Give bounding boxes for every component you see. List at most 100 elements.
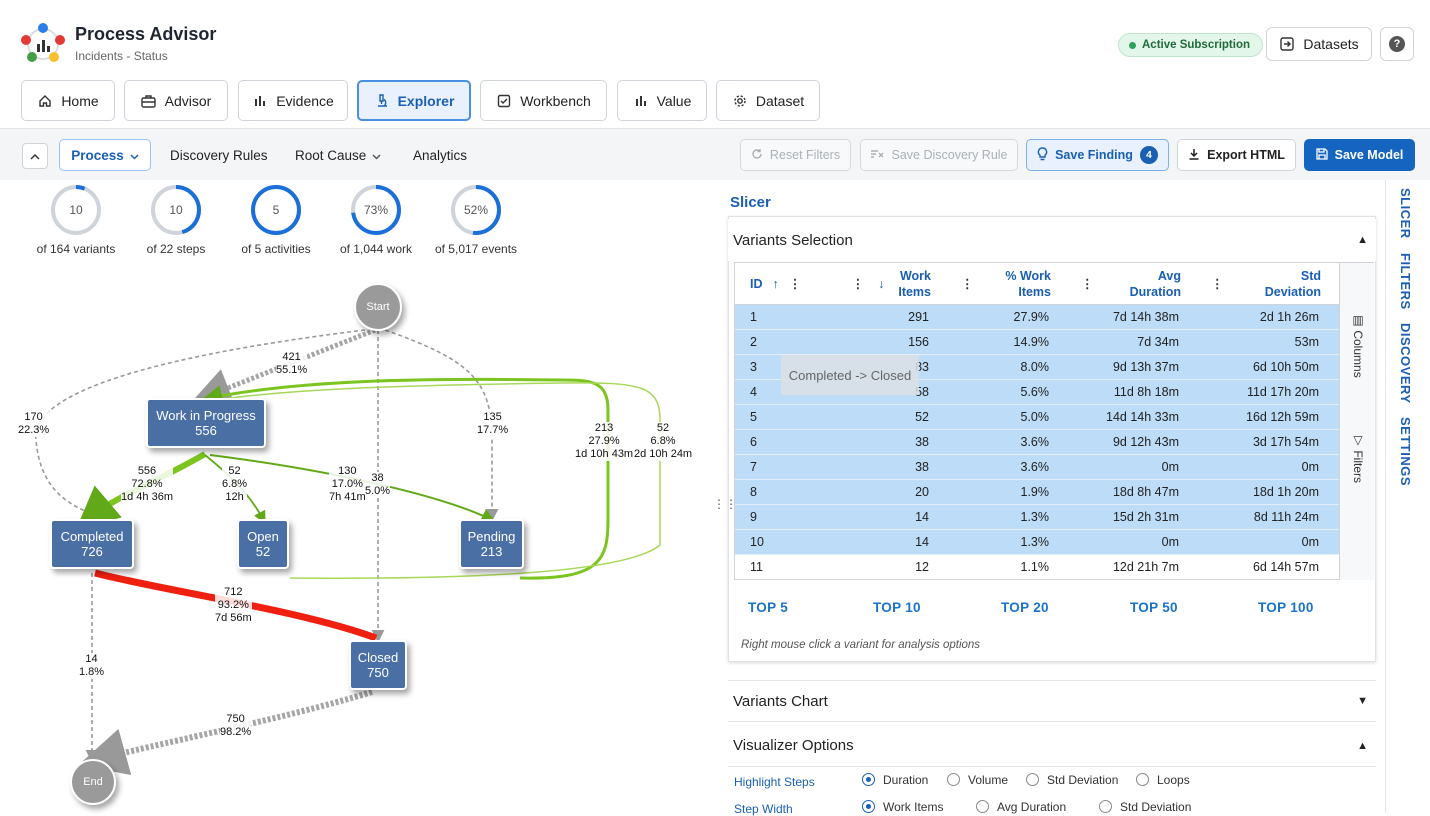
- help-button[interactable]: ?: [1380, 27, 1414, 61]
- nav-evidence[interactable]: Evidence: [238, 80, 348, 121]
- node-open[interactable]: Open 52: [237, 519, 289, 569]
- variants-selection-header[interactable]: Variants Selection ▲: [728, 219, 1376, 261]
- radio-width-avg-duration[interactable]: Avg Duration: [976, 800, 1066, 814]
- progress-ring: 73%: [350, 184, 402, 236]
- save-finding-button[interactable]: Save Finding 4: [1026, 139, 1169, 171]
- nav-home[interactable]: Home: [21, 80, 115, 121]
- stat-ring: 52% of 5,017 events: [426, 184, 526, 256]
- tab-settings[interactable]: SETTINGS: [1398, 417, 1413, 486]
- radio-label: Std Deviation: [1047, 773, 1119, 787]
- tab-root-cause[interactable]: Root Cause: [295, 148, 381, 163]
- table-row[interactable]: 10 14 1.3% 0m 0m: [735, 530, 1373, 555]
- node-open-name: Open: [247, 529, 279, 544]
- node-closed[interactable]: Closed 750: [349, 640, 407, 690]
- edge-label-start-pending: 135 17.7%: [477, 411, 509, 437]
- filters-toggle[interactable]: ▽ Filters: [1351, 433, 1365, 483]
- node-end[interactable]: End: [70, 759, 116, 805]
- column-header-std-deviation[interactable]: ⋮ Std Deviation: [1187, 263, 1327, 304]
- nav-explorer[interactable]: Explorer: [357, 80, 471, 121]
- table-row[interactable]: 11 12 1.1% 12d 21h 7m 6d 14h 57m: [735, 555, 1373, 579]
- tab-process-label: Process: [71, 147, 124, 163]
- nav-advisor[interactable]: Advisor: [124, 80, 228, 121]
- datasets-button[interactable]: Datasets: [1266, 27, 1372, 61]
- nav-value[interactable]: Value: [617, 80, 707, 121]
- nav-dataset-label: Dataset: [755, 92, 805, 109]
- node-start[interactable]: Start: [354, 283, 402, 331]
- stat-label: of 1,044 work: [339, 242, 413, 256]
- table-row[interactable]: 1 291 27.9% 7d 14h 38m 2d 1h 26m: [735, 305, 1373, 330]
- column-menu-icon[interactable]: ⋮: [961, 276, 974, 291]
- table-cell: 0m: [1301, 460, 1319, 474]
- node-pending[interactable]: Pending 213: [459, 519, 524, 569]
- variants-chart-header[interactable]: Variants Chart ▼: [728, 680, 1376, 722]
- tab-process[interactable]: Process: [59, 139, 151, 171]
- radio-highlight-loops[interactable]: Loops: [1136, 773, 1190, 787]
- collapse-button[interactable]: [22, 143, 48, 169]
- progress-ring: 10: [50, 184, 102, 236]
- column-header-work-items[interactable]: ⋮ ↓ Work Items: [827, 263, 937, 304]
- top-50-link[interactable]: TOP 50: [1130, 600, 1178, 615]
- column-header-avg-duration[interactable]: ⋮ Avg Duration: [1057, 263, 1187, 304]
- table-cell: 2d 1h 26m: [1259, 310, 1319, 324]
- column-avg-label: Avg Duration: [1129, 268, 1181, 299]
- visualizer-options-header[interactable]: Visualizer Options ▲: [728, 725, 1376, 767]
- table-cell: 156: [908, 335, 929, 349]
- grid-side-bar: ▥ Columns ▽ Filters: [1339, 263, 1374, 580]
- table-row[interactable]: 7 38 3.6% 0m 0m: [735, 455, 1373, 480]
- table-row[interactable]: 9 14 1.3% 15d 2h 31m 8d 11h 24m: [735, 505, 1373, 530]
- microscope-icon: [374, 93, 390, 109]
- radio-icon: [1136, 773, 1149, 787]
- refresh-icon: [751, 148, 763, 163]
- top-10-link[interactable]: TOP 10: [873, 600, 921, 615]
- table-cell: 0m: [1161, 535, 1179, 549]
- table-cell: 7: [750, 460, 757, 474]
- table-cell: 16d 12h 59m: [1246, 410, 1319, 424]
- radio-width-work-items[interactable]: Work Items: [862, 800, 943, 814]
- column-menu-icon[interactable]: ⋮: [852, 276, 865, 291]
- variants-chart-title: Variants Chart: [733, 692, 828, 710]
- tab-filters[interactable]: FILTERS: [1398, 253, 1413, 310]
- node-completed[interactable]: Completed 726: [50, 519, 134, 569]
- radio-highlight-duration[interactable]: Duration: [862, 773, 928, 787]
- nav-dataset[interactable]: Dataset: [716, 80, 820, 121]
- stat-value: 52%: [463, 203, 489, 217]
- save-model-button[interactable]: Save Model: [1304, 139, 1415, 171]
- tab-discovery-rules[interactable]: Discovery Rules: [170, 148, 268, 163]
- radio-width-std-deviation[interactable]: Std Deviation: [1099, 800, 1191, 814]
- tab-discovery[interactable]: DISCOVERY: [1398, 323, 1413, 404]
- columns-label: Columns: [1351, 330, 1365, 378]
- table-cell: 5.6%: [1020, 385, 1050, 399]
- node-work-in-progress[interactable]: Work in Progress 556: [146, 398, 266, 448]
- filters-label: Filters: [1351, 450, 1365, 484]
- table-row[interactable]: 8 20 1.9% 18d 8h 47m 18d 1h 20m: [735, 480, 1373, 505]
- top-100-link[interactable]: TOP 100: [1258, 600, 1314, 615]
- radio-icon: [947, 773, 960, 787]
- radio-highlight-volume[interactable]: Volume: [947, 773, 1008, 787]
- radio-highlight-std-deviation[interactable]: Std Deviation: [1026, 773, 1118, 787]
- table-cell: 14d 14h 33m: [1106, 410, 1179, 424]
- stat-label: of 5 activities: [241, 242, 311, 256]
- table-row[interactable]: 2 156 14.9% 7d 34m 53m: [735, 330, 1373, 355]
- tab-analytics[interactable]: Analytics: [413, 148, 467, 163]
- table-row[interactable]: 6 38 3.6% 9d 12h 43m 3d 17h 54m: [735, 430, 1373, 455]
- table-row[interactable]: 5 52 5.0% 14d 14h 33m 16d 12h 59m: [735, 405, 1373, 430]
- column-menu-icon[interactable]: ⋮: [1211, 276, 1224, 291]
- reset-filters-button[interactable]: Reset Filters: [740, 139, 851, 171]
- highlight-steps-label: Highlight Steps: [734, 775, 815, 789]
- save-discovery-rule-button[interactable]: Save Discovery Rule: [860, 139, 1018, 171]
- stat-label: of 5,017 events: [434, 242, 518, 256]
- stat-ring: 10 of 22 steps: [126, 184, 226, 256]
- column-header-id[interactable]: ID ↑ ⋮: [735, 263, 827, 304]
- export-html-button[interactable]: Export HTML: [1177, 139, 1296, 171]
- columns-toggle[interactable]: ▥ Columns: [1351, 313, 1365, 378]
- top-20-link[interactable]: TOP 20: [1001, 600, 1049, 615]
- column-menu-icon[interactable]: ⋮: [789, 276, 802, 291]
- node-open-count: 52: [255, 544, 271, 559]
- top-5-link[interactable]: TOP 5: [748, 600, 788, 615]
- process-graph[interactable]: Start End Work in Progress 556 Completed 7…: [0, 270, 712, 813]
- column-header-pct-work-items[interactable]: ⋮ % Work Items: [937, 263, 1057, 304]
- nav-workbench[interactable]: Workbench: [480, 80, 607, 121]
- tab-slicer[interactable]: SLICER: [1398, 188, 1413, 239]
- column-menu-icon[interactable]: ⋮: [1081, 276, 1094, 291]
- edge-label-start-completed: 170 22.3%: [18, 411, 50, 437]
